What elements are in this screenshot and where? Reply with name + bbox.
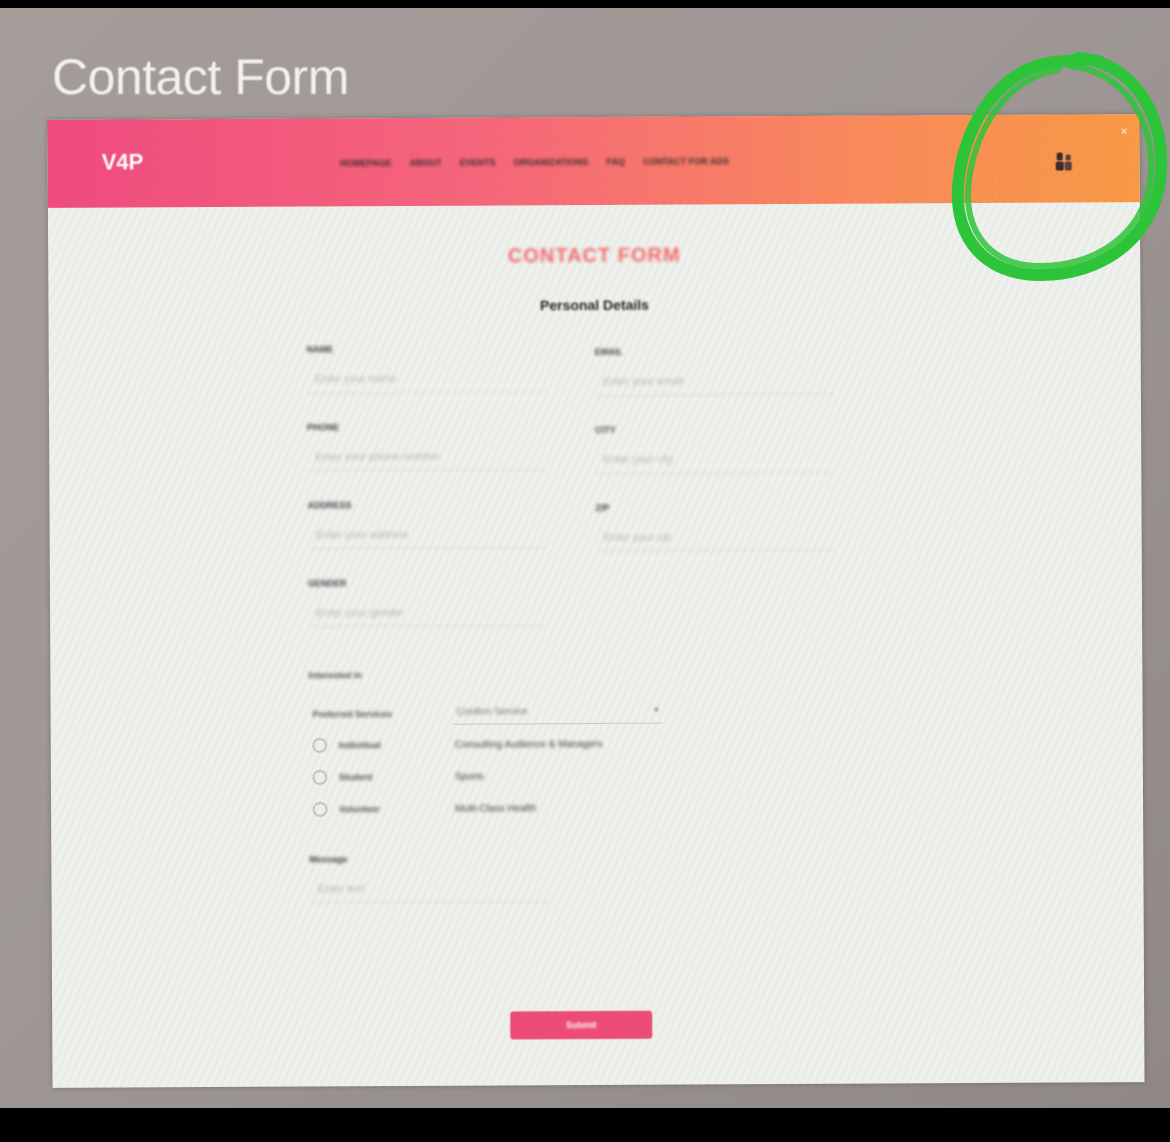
radio-button[interactable] [312,770,327,785]
option-row[interactable]: Volunteer Multi-Class Health [313,801,537,817]
zip-label: ZIP [595,502,610,514]
address-label: ADDRESS [307,500,352,511]
zip-field: ZIP Enter your zip [595,502,836,553]
submit-label: Submit [565,1020,597,1031]
gender-label: GENDER [307,578,347,589]
option-label: Student [338,772,373,783]
services-select-value: Confirm Service [456,706,528,718]
phone-field: PHONE Enter your phone number [307,421,548,472]
interest-group-label: Interested in [308,670,362,681]
option-row[interactable]: Individual Consulting Audience & Manager… [312,737,603,753]
services-select[interactable]: Confirm Service ▾ [452,700,663,725]
radio-button[interactable] [313,802,328,817]
city-label: CITY [595,424,616,436]
close-icon[interactable]: × [1120,124,1127,138]
nav-link-faq[interactable]: FAQ [606,157,625,167]
submit-button[interactable]: Submit [510,1010,653,1040]
option-value: Consulting Audience & Managers [454,738,603,751]
phone-label: PHONE [307,422,340,433]
email-input[interactable]: Enter your email [594,367,835,397]
email-field: EMAIL Enter your email [594,346,835,397]
section-title: Personal Details [539,296,649,314]
phone-input[interactable]: Enter your phone number [307,443,548,472]
nav-link-about[interactable]: ABOUT [410,158,442,168]
user-icon[interactable] [1054,150,1076,172]
navbar: V4P HOMEPAGE ABOUT EVENTS ORGANIZATIONS … [47,114,1140,208]
option-value: Sports [454,771,484,783]
nav-link-home[interactable]: HOMEPAGE [340,158,392,168]
address-input[interactable]: Enter your address [307,521,548,550]
gender-field: GENDER Enter your gender [307,577,549,628]
message-label: Message [309,854,348,865]
services-label: Preferred Services [312,708,393,719]
option-row[interactable]: Student Sports [312,770,484,785]
nav-links: HOMEPAGE ABOUT EVENTS ORGANIZATIONS FAQ … [340,156,729,168]
option-label: Individual [338,740,381,751]
city-field: CITY Enter your city [595,424,836,475]
gender-input[interactable]: Enter your gender [307,599,549,628]
name-field: NAME Enter your name [306,343,547,394]
contact-form: CONTACT FORM Personal Details NAME Enter… [48,202,1145,1088]
radio-button[interactable] [312,738,327,753]
option-value: Multi-Class Health [455,802,537,815]
name-input[interactable]: Enter your name [306,365,547,394]
nav-link-events[interactable]: EVENTS [460,158,496,168]
zip-input[interactable]: Enter your zip [595,523,836,553]
chevron-down-icon: ▾ [654,704,659,715]
name-label: NAME [306,344,334,355]
services-row: Preferred Services Confirm Service ▾ [312,700,663,726]
nav-link-contact-ads[interactable]: CONTACT FOR ADS [643,156,729,166]
address-field: ADDRESS Enter your address [307,499,548,550]
city-input[interactable]: Enter your city [595,445,836,475]
message-input[interactable]: Enter text [309,875,550,904]
logo[interactable]: V4P [102,149,144,175]
option-label: Volunteer [339,804,380,815]
email-label: EMAIL [594,346,623,358]
photo-heading: Contact Form [52,49,349,105]
nav-link-organizations[interactable]: ORGANIZATIONS [514,157,589,167]
form-title: CONTACT FORM [507,244,681,268]
monitor-screen: V4P HOMEPAGE ABOUT EVENTS ORGANIZATIONS … [47,114,1145,1088]
message-field: Message Enter text [309,853,550,904]
